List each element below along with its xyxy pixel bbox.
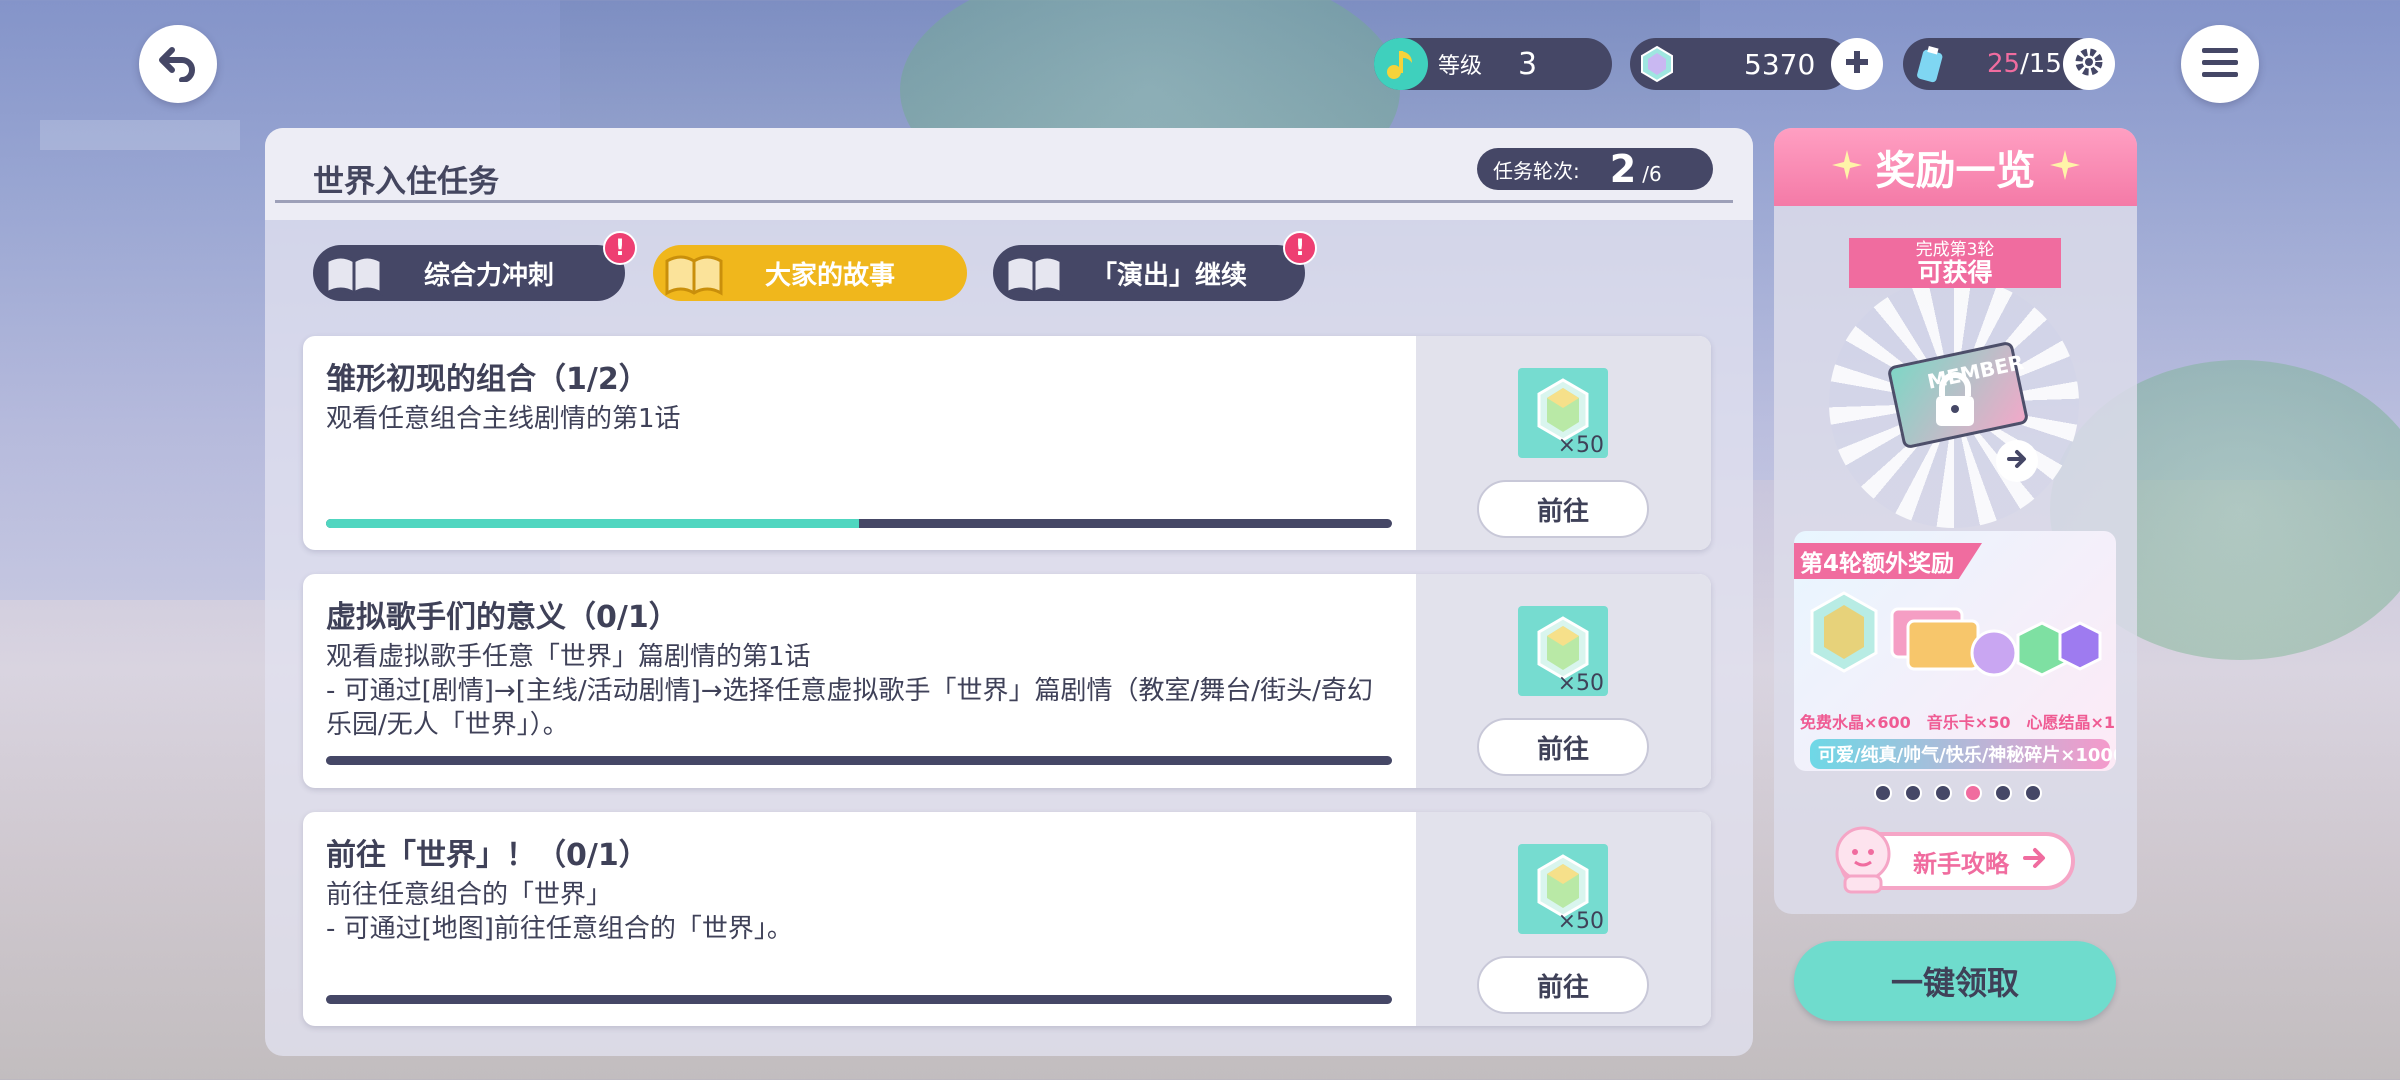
crystal-pill: 5370 (1630, 38, 1850, 90)
rounds-label: 任务轮次: (1493, 158, 1580, 183)
mission-title: 前往「世界」！（0/1） (326, 838, 649, 873)
add-crystal-button[interactable] (1831, 38, 1883, 90)
book-icon (1003, 247, 1065, 306)
page-dot[interactable] (1994, 784, 2012, 802)
arrow-right-icon (2005, 447, 2029, 475)
music-note-icon (1374, 38, 1428, 90)
bonus-reward-banner[interactable]: 第4轮额外奖励 免费水晶×600 音乐卡×50 心愿结晶×1 可爱/纯真/帅气/… (1794, 531, 2116, 771)
ribbon-line-1: 完成第3轮 (1915, 240, 1995, 260)
hamburger-menu-icon (2200, 46, 2240, 82)
mission-description: 观看虚拟歌手任意「世界」篇剧情的第1话 - 可通过[剧情]→[主线/活动剧情]→… (326, 642, 1373, 740)
reward-overview-panel: 奖励一览 完成第3轮 可获得 MEMBER 第4轮额外奖励 免费水晶×600 音… (1774, 128, 2137, 914)
crystal-icon (1630, 38, 1684, 90)
sparkle-icon (2049, 144, 2080, 190)
page-dot[interactable] (1874, 784, 1892, 802)
tab-label: 综合力冲刺 (423, 260, 554, 291)
gear-icon (2073, 46, 2105, 82)
reward-detail-button[interactable] (1996, 440, 2038, 482)
reward-crystal: ×50 (1518, 606, 1608, 696)
panel-title: 世界入住任务 (313, 164, 499, 200)
rounds-indicator: 任务轮次: 2 /6 (1477, 147, 1713, 191)
tab-label: 「演出」继续 (1090, 260, 1247, 291)
ribbon-line-2: 可获得 (1917, 258, 1993, 287)
tab-everyones-story[interactable]: 大家的故事 (653, 245, 967, 301)
bonus-items-illustration (1804, 583, 2104, 707)
page-dot[interactable] (1904, 784, 1922, 802)
level-value: 3 (1518, 46, 1538, 82)
reward-overview-title: 奖励一览 (1875, 148, 2036, 194)
reward-quantity: ×50 (1557, 909, 1604, 934)
progress-fill (326, 519, 859, 528)
reward-quantity: ×50 (1557, 433, 1604, 458)
reward-crystal: ×50 (1518, 844, 1608, 934)
settings-button[interactable] (2063, 38, 2115, 90)
book-icon (323, 247, 385, 306)
mission-card: 前往「世界」！（0/1） 前往任意组合的「世界」 - 可通过[地图]前往任意组合… (303, 812, 1711, 1026)
reward-crystal: ×50 (1518, 368, 1608, 458)
stamina-bottle-icon (1903, 38, 1957, 90)
mission-title: 雏形初现的组合（1/2） (326, 362, 649, 397)
stamina-max: /15 (2020, 49, 2062, 79)
mission-progress-bar (326, 995, 1392, 1004)
mission-progress-bar (326, 519, 1392, 528)
back-button[interactable] (139, 25, 217, 103)
tab-strength-sprint[interactable]: 综合力冲刺 ! (313, 231, 637, 301)
tab-label: 大家的故事 (764, 260, 895, 291)
level-label: 等级 (1438, 54, 1483, 79)
round-reward-ribbon: 完成第3轮 可获得 (1849, 238, 2061, 288)
reward-overview-header: 奖励一览 (1774, 128, 2137, 206)
go-button[interactable]: 前往 (1477, 956, 1649, 1014)
go-button[interactable]: 前往 (1477, 718, 1649, 776)
page-dot[interactable] (1934, 784, 1952, 802)
menu-button[interactable] (2181, 25, 2259, 103)
rounds-current: 2 (1609, 147, 1637, 191)
alert-badge: ! (1283, 231, 1317, 265)
title-divider (275, 200, 1733, 203)
mission-progress-bar (326, 756, 1392, 765)
stamina-current: 25 (1987, 49, 2021, 79)
page-dot-active[interactable] (1964, 784, 1982, 802)
mission-title: 虚拟歌手们的意义（0/1） (326, 600, 679, 635)
beginner-guide-button[interactable]: 新手攻略 (1835, 826, 2075, 894)
alert-badge: ! (603, 231, 637, 265)
banner-pagination (1874, 784, 2042, 802)
bonus-line-1: 免费水晶×600 音乐卡×50 心愿结晶×1 (1800, 713, 2116, 732)
arrow-right-icon (2023, 847, 2047, 875)
panel-header: 世界入住任务 任务轮次: 2 /6 (265, 128, 1753, 220)
reward-quantity: ×50 (1557, 671, 1604, 696)
back-arrow-icon (158, 42, 198, 86)
mission-description: 观看任意组合主线剧情的第1话 (326, 404, 681, 434)
level-pill: 等级 3 (1374, 38, 1612, 90)
bonus-line-2: 可爱/纯真/帅气/快乐/神秘碎片×1000 (1810, 739, 2116, 769)
crystal-value: 5370 (1744, 47, 1816, 81)
bonus-tag: 第4轮额外奖励 (1794, 543, 1983, 579)
go-button[interactable]: 前往 (1477, 480, 1649, 538)
tab-performance-continue[interactable]: 「演出」继续 ! (993, 231, 1317, 301)
mission-card: 雏形初现的组合（1/2） 观看任意组合主线剧情的第1话 ×50 前往 (303, 336, 1711, 550)
plus-icon (1844, 49, 1870, 79)
mascot-icon (1831, 824, 1895, 902)
background-window (40, 120, 240, 150)
claim-all-button[interactable]: 一键领取 (1794, 941, 2116, 1021)
mission-card: 虚拟歌手们的意义（0/1） 观看虚拟歌手任意「世界」篇剧情的第1话 - 可通过[… (303, 574, 1711, 788)
lock-icon (1930, 372, 1980, 432)
mission-description: 前往任意组合的「世界」 - 可通过[地图]前往任意组合的「世界」。 (326, 880, 793, 944)
sparkle-icon (1831, 144, 1862, 190)
rounds-total: /6 (1642, 162, 1662, 186)
page-dot[interactable] (2024, 784, 2042, 802)
guide-label: 新手攻略 (1913, 849, 2009, 878)
book-icon (663, 247, 725, 306)
